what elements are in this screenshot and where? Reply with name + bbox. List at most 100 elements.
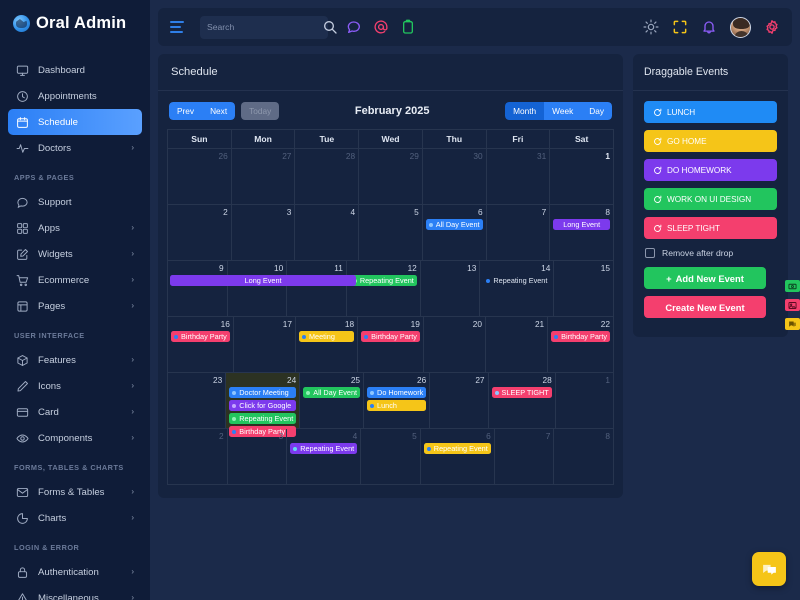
- calendar-day-cell[interactable]: 5: [361, 429, 421, 485]
- sidebar-item-charts[interactable]: Charts ›: [8, 505, 142, 531]
- calendar-day-cell[interactable]: 2: [168, 205, 232, 261]
- calendar-event[interactable]: SLEEP TIGHT: [491, 387, 552, 398]
- calendar-day-cell[interactable]: 11: [287, 261, 347, 317]
- sidebar-item-schedule[interactable]: Schedule: [8, 109, 142, 135]
- remove-after-drop-checkbox[interactable]: [645, 248, 655, 258]
- chat-icon[interactable]: [785, 318, 800, 330]
- calendar-event[interactable]: All Day Event: [303, 387, 361, 398]
- calendar-day-cell[interactable]: 8: [554, 429, 614, 485]
- sidebar-item-widgets[interactable]: Widgets ›: [8, 241, 142, 267]
- chat-bubble-icon[interactable]: [346, 19, 362, 35]
- calendar-day-cell[interactable]: 4 Repeating Event: [287, 429, 362, 485]
- brightness-sun-icon[interactable]: [643, 19, 659, 35]
- calendar-day-cell[interactable]: 30: [422, 149, 487, 205]
- calendar-event[interactable]: Birthday Party: [171, 331, 230, 342]
- sidebar-item-doctors[interactable]: Doctors ›: [8, 135, 142, 161]
- money-icon[interactable]: [785, 280, 800, 292]
- calendar-event[interactable]: Repeating Event: [483, 275, 550, 286]
- search-box[interactable]: [200, 15, 337, 39]
- calendar-day-cell[interactable]: 7: [494, 429, 555, 485]
- remove-after-drop-row[interactable]: Remove after drop: [645, 248, 777, 258]
- sidebar-item-appointments[interactable]: Appointments: [8, 83, 142, 109]
- sidebar-item-card[interactable]: Card ›: [8, 399, 142, 425]
- calendar-event[interactable]: Repeating Event: [229, 413, 297, 424]
- calendar-day-cell[interactable]: 9: [168, 261, 228, 317]
- calendar-day-cell[interactable]: 26: [168, 149, 232, 205]
- draggable-event-go-home[interactable]: GO HOME: [644, 130, 777, 152]
- calendar-day-cell[interactable]: 3: [227, 429, 288, 485]
- calendar-event[interactable]: Repeating Event: [290, 443, 358, 454]
- calendar-day-cell[interactable]: 27: [231, 149, 296, 205]
- calendar-day-cell[interactable]: 12 Repeating Event: [346, 261, 421, 317]
- sidebar-item-forms-tables[interactable]: Forms & Tables ›: [8, 479, 142, 505]
- gear-icon[interactable]: [764, 19, 780, 35]
- calendar-day-cell[interactable]: 28: [295, 149, 360, 205]
- calendar-day-cell[interactable]: 22 Birthday Party: [548, 317, 614, 373]
- calendar-day-cell[interactable]: 6 Repeating Event: [420, 429, 495, 485]
- sidebar-item-dashboard[interactable]: Dashboard: [8, 57, 142, 83]
- calendar-event[interactable]: Long Event: [553, 219, 610, 230]
- sidebar-item-apps[interactable]: Apps ›: [8, 215, 142, 241]
- calendar-day-cell[interactable]: 1: [550, 149, 614, 205]
- calendar-day-cell[interactable]: 27: [430, 373, 489, 429]
- calendar-event[interactable]: Click for Google: [229, 400, 297, 411]
- calendar-day-cell[interactable]: 13: [420, 261, 481, 317]
- search-icon[interactable]: [322, 19, 338, 35]
- draggable-event-lunch[interactable]: LUNCH: [644, 101, 777, 123]
- calendar-day-cell[interactable]: 1: [555, 373, 614, 429]
- sidebar-item-components[interactable]: Components ›: [8, 425, 142, 451]
- calendar-event[interactable]: Birthday Party: [361, 331, 420, 342]
- hamburger-icon[interactable]: [170, 21, 184, 33]
- avatar[interactable]: [730, 16, 751, 38]
- calendar-day-cell[interactable]: 16 Birthday Party: [168, 317, 234, 373]
- calendar-event[interactable]: Repeating Event: [423, 443, 491, 454]
- draggable-event-do-homework[interactable]: DO HOMEWORK: [644, 159, 777, 181]
- calendar-day-cell[interactable]: 29: [359, 149, 423, 205]
- calendar-day-cell[interactable]: 3: [231, 205, 296, 261]
- calendar-day-cell[interactable]: 5: [359, 205, 423, 261]
- view-month-button[interactable]: Month: [505, 102, 545, 120]
- calendar-day-cell[interactable]: 6 All Day Event: [422, 205, 487, 261]
- calendar-day-cell[interactable]: 4: [295, 205, 360, 261]
- next-button[interactable]: Next: [202, 102, 236, 120]
- draggable-event-work-on-ui-design[interactable]: WORK ON UI DESIGN: [644, 188, 777, 210]
- calendar-day-cell[interactable]: 8 Long Event: [550, 205, 614, 261]
- sidebar-item-support[interactable]: Support: [8, 189, 142, 215]
- calendar-day-cell[interactable]: 21: [486, 317, 549, 373]
- create-new-event-button[interactable]: Create New Event: [644, 296, 766, 318]
- view-day-button[interactable]: Day: [581, 102, 612, 120]
- view-week-button[interactable]: Week: [544, 102, 582, 120]
- draggable-event-sleep-tight[interactable]: SLEEP TIGHT: [644, 217, 777, 239]
- add-new-event-button[interactable]: + Add New Event: [644, 267, 766, 289]
- sidebar-item-ecommerce[interactable]: Ecommerce ›: [8, 267, 142, 293]
- calendar-day-cell[interactable]: 14 Repeating Event: [480, 261, 555, 317]
- calendar-day-cell[interactable]: 20: [423, 317, 487, 373]
- bell-icon[interactable]: [701, 19, 717, 35]
- sidebar-item-miscellaneous[interactable]: Miscellaneous ›: [8, 585, 142, 600]
- image-icon[interactable]: [785, 299, 800, 311]
- fullscreen-icon[interactable]: [672, 19, 688, 35]
- calendar-day-cell[interactable]: 26 Do Homework Lunch: [364, 373, 431, 429]
- calendar-day-cell[interactable]: 2: [168, 429, 228, 485]
- calendar-event[interactable]: Birthday Party: [551, 331, 610, 342]
- calendar-event[interactable]: Doctor Meeting: [229, 387, 297, 398]
- calendar-day-cell[interactable]: 25 All Day Event: [300, 373, 365, 429]
- calendar-day-cell[interactable]: 10: [227, 261, 288, 317]
- chat-support-fab[interactable]: [752, 552, 786, 586]
- calendar-day-cell[interactable]: 19 Birthday Party: [358, 317, 424, 373]
- calendar-day-cell[interactable]: 24 Doctor Meeting Click for Google Repeatin…: [226, 373, 301, 437]
- calendar-day-cell[interactable]: 28 SLEEP TIGHT: [488, 373, 556, 429]
- calendar-event[interactable]: Meeting: [298, 331, 355, 342]
- today-button[interactable]: Today: [241, 102, 280, 120]
- brand-logo[interactable]: Oral Admin: [0, 0, 150, 47]
- calendar-event-span[interactable]: Long Event: [170, 275, 357, 286]
- at-mention-icon[interactable]: [373, 19, 389, 35]
- calendar-day-cell[interactable]: 18 Meeting: [295, 317, 359, 373]
- calendar-day-cell[interactable]: 23: [168, 373, 227, 429]
- sidebar-item-authentication[interactable]: Authentication ›: [8, 559, 142, 585]
- sidebar-item-icons[interactable]: Icons ›: [8, 373, 142, 399]
- calendar-day-cell[interactable]: 31: [486, 149, 551, 205]
- calendar-event[interactable]: Lunch: [367, 400, 427, 411]
- calendar-day-cell[interactable]: 7: [486, 205, 551, 261]
- calendar-day-cell[interactable]: 17: [233, 317, 296, 373]
